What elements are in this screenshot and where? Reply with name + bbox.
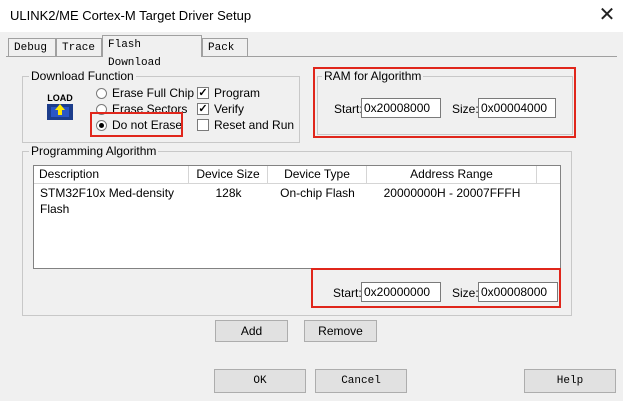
row-address-range[interactable]: 20000000H - 20007FFFH	[367, 185, 537, 201]
program-label: Program	[214, 86, 261, 100]
erase-full-chip-label: Erase Full Chip	[112, 86, 195, 100]
close-icon[interactable]: ✕	[596, 2, 618, 28]
tab-trace[interactable]: Trace	[56, 38, 102, 56]
do-not-erase-highlight	[90, 112, 183, 137]
erase-full-chip-radio[interactable]	[96, 88, 107, 99]
load-icon: LOAD	[43, 90, 77, 124]
reset-and-run-checkbox[interactable]	[197, 119, 209, 131]
programming-algorithm-label: Programming Algorithm	[29, 144, 159, 158]
window-title: ULINK2/ME Cortex-M Target Driver Setup	[10, 8, 252, 23]
row-description[interactable]: STM32F10x Med-density Flash	[40, 185, 190, 216]
column-header-description[interactable]: Description	[34, 166, 189, 184]
program-checkbox[interactable]: ✓	[197, 87, 209, 99]
add-button[interactable]: Add	[215, 320, 288, 342]
tab-pack[interactable]: Pack	[202, 38, 248, 56]
verify-label: Verify	[214, 102, 245, 116]
verify-checkbox[interactable]: ✓	[197, 103, 209, 115]
row-device-type[interactable]: On-chip Flash	[268, 185, 367, 201]
ram-for-algorithm-highlight	[313, 67, 576, 138]
algo-range-highlight	[311, 268, 561, 308]
tab-strip-line	[6, 56, 617, 57]
reset-and-run-label: Reset and Run	[214, 118, 295, 132]
load-icon-text: LOAD	[47, 93, 73, 103]
column-header-device-size[interactable]: Device Size	[189, 166, 268, 184]
remove-button[interactable]: Remove	[304, 320, 377, 342]
algorithm-list[interactable]: Description Device Size Device Type Addr…	[33, 165, 561, 269]
cancel-button[interactable]: Cancel	[315, 369, 407, 393]
ok-button[interactable]: OK	[214, 369, 306, 393]
row-device-size[interactable]: 128k	[189, 185, 268, 201]
column-header-device-type[interactable]: Device Type	[268, 166, 367, 184]
column-header-address-range[interactable]: Address Range	[367, 166, 537, 184]
tab-debug[interactable]: Debug	[8, 38, 56, 56]
help-button[interactable]: Help	[524, 369, 616, 393]
tab-flash-download[interactable]: Flash Download	[102, 35, 202, 69]
column-header-filler	[537, 166, 560, 184]
